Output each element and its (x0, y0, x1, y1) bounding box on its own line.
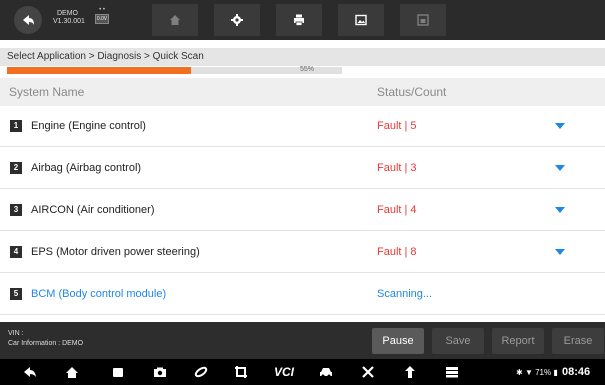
table-header: System Name Status/Count (0, 78, 605, 106)
status-indicators: ✱ ▼ 71% ▮ 08:46 (516, 359, 590, 385)
erase-button[interactable]: Erase (552, 328, 604, 354)
system-row-aircon[interactable]: 3 AIRCON (Air conditioner) Fault | 4 (0, 190, 605, 231)
system-row-engine[interactable]: 1 Engine (Engine control) Fault | 5 (0, 106, 605, 147)
expand-arrow-icon[interactable] (555, 249, 565, 255)
vehicle-details: VIN : Car Information : DEMO (8, 329, 83, 349)
battery-terminals-icon: • • (99, 7, 105, 13)
screenshot-button[interactable] (338, 4, 384, 36)
back-arrow-icon (23, 15, 34, 25)
system-name: BCM (Body control module) (31, 288, 167, 300)
system-status: Fault | 8 (377, 246, 417, 258)
vci-icon: VCI (273, 365, 294, 379)
demo-label: DEMO (57, 10, 78, 17)
home-icon (170, 15, 180, 25)
tools-icon (362, 366, 374, 378)
action-bar: VIN : Car Information : DEMO Pause Save … (0, 322, 605, 359)
system-status: Scanning... (377, 288, 433, 300)
save-button[interactable]: Save (432, 328, 484, 354)
column-header-system-name: System Name (9, 85, 85, 99)
battery-icon: ▮ (553, 368, 558, 377)
battery-percent: 71% (535, 368, 552, 377)
scan-progress-label: 55% (300, 66, 315, 73)
scan-progress-bar (7, 67, 342, 74)
column-header-status-count: Status/Count (377, 85, 447, 99)
home-button[interactable] (152, 4, 198, 36)
version-label: V1.30.001 (53, 18, 85, 25)
system-nav-bar: VCI ✱ ▼ 71% ▮ 08:46 (0, 359, 605, 385)
expand-arrow-icon[interactable] (555, 207, 565, 213)
system-name: Engine (Engine control) (31, 120, 146, 132)
home-icon (66, 366, 78, 378)
system-name: EPS (Motor driven power steering) (31, 246, 200, 258)
print-button[interactable] (276, 4, 322, 36)
nav-camera-button[interactable] (152, 364, 168, 380)
gear-icon (231, 14, 243, 26)
vehicle-info: DEMO V1.30.001 (53, 10, 85, 26)
nav-screenshot-button[interactable] (233, 364, 249, 380)
car-icon (320, 368, 332, 378)
crop-icon (235, 366, 247, 378)
system-status: Fault | 5 (377, 120, 417, 132)
upload-icon (405, 366, 415, 378)
camera-icon (154, 367, 166, 377)
system-row-airbag[interactable]: 2 Airbag (Airbag control) Fault | 3 (0, 148, 605, 189)
nav-back-button[interactable] (22, 364, 38, 380)
system-row-bcm[interactable]: 5 BCM (Body control module) Scanning... (0, 274, 605, 315)
bluetooth-icon: ✱ (516, 368, 523, 377)
system-name: AIRCON (Air conditioner) (31, 204, 155, 216)
image-icon (355, 14, 367, 26)
vin-label: VIN : (8, 330, 24, 337)
voltage-badge: • • 0.0V (95, 7, 109, 24)
top-toolbar: DEMO V1.30.001 • • 0.0V (0, 0, 605, 40)
nav-vci-button[interactable]: VCI (273, 364, 295, 380)
app-screen: DEMO V1.30.001 • • 0.0V Select Applicati… (0, 0, 605, 385)
nav-car-button[interactable] (318, 364, 334, 380)
nav-browser-button[interactable] (193, 364, 209, 380)
wifi-icon: ▼ (524, 368, 533, 377)
row-number-badge: 5 (10, 288, 22, 300)
clock: 08:46 (561, 366, 591, 378)
system-name: Airbag (Airbag control) (31, 162, 142, 174)
nav-data-manager-button[interactable] (444, 364, 460, 380)
car-information: Car Information : DEMO (8, 340, 84, 347)
back-arrow-icon (24, 367, 36, 377)
printer-icon (294, 14, 304, 26)
row-number-badge: 4 (10, 246, 22, 258)
save-icon (417, 14, 429, 26)
back-button[interactable] (14, 6, 42, 34)
row-number-badge: 1 (10, 120, 22, 132)
row-number-badge: 2 (10, 162, 22, 174)
system-status: Fault | 3 (377, 162, 417, 174)
nav-recent-apps-button[interactable] (110, 364, 126, 380)
pause-button[interactable]: Pause (372, 328, 424, 354)
system-status: Fault | 4 (377, 204, 417, 216)
system-row-eps[interactable]: 4 EPS (Motor driven power steering) Faul… (0, 232, 605, 273)
nav-tools-button[interactable] (360, 364, 376, 380)
row-number-badge: 3 (10, 204, 22, 216)
breadcrumb: Select Application > Diagnosis > Quick S… (0, 48, 605, 66)
database-icon (446, 367, 458, 378)
nav-upload-button[interactable] (402, 364, 418, 380)
nav-home-button[interactable] (64, 364, 80, 380)
save-data-button[interactable] (400, 4, 446, 36)
recent-apps-icon (113, 368, 123, 377)
expand-arrow-icon[interactable] (555, 123, 565, 129)
settings-button[interactable] (214, 4, 260, 36)
report-button[interactable]: Report (492, 328, 544, 354)
browser-icon (194, 366, 208, 378)
scan-progress-fill (7, 67, 192, 74)
voltage-value: 0.0V (95, 14, 109, 24)
expand-arrow-icon[interactable] (555, 165, 565, 171)
